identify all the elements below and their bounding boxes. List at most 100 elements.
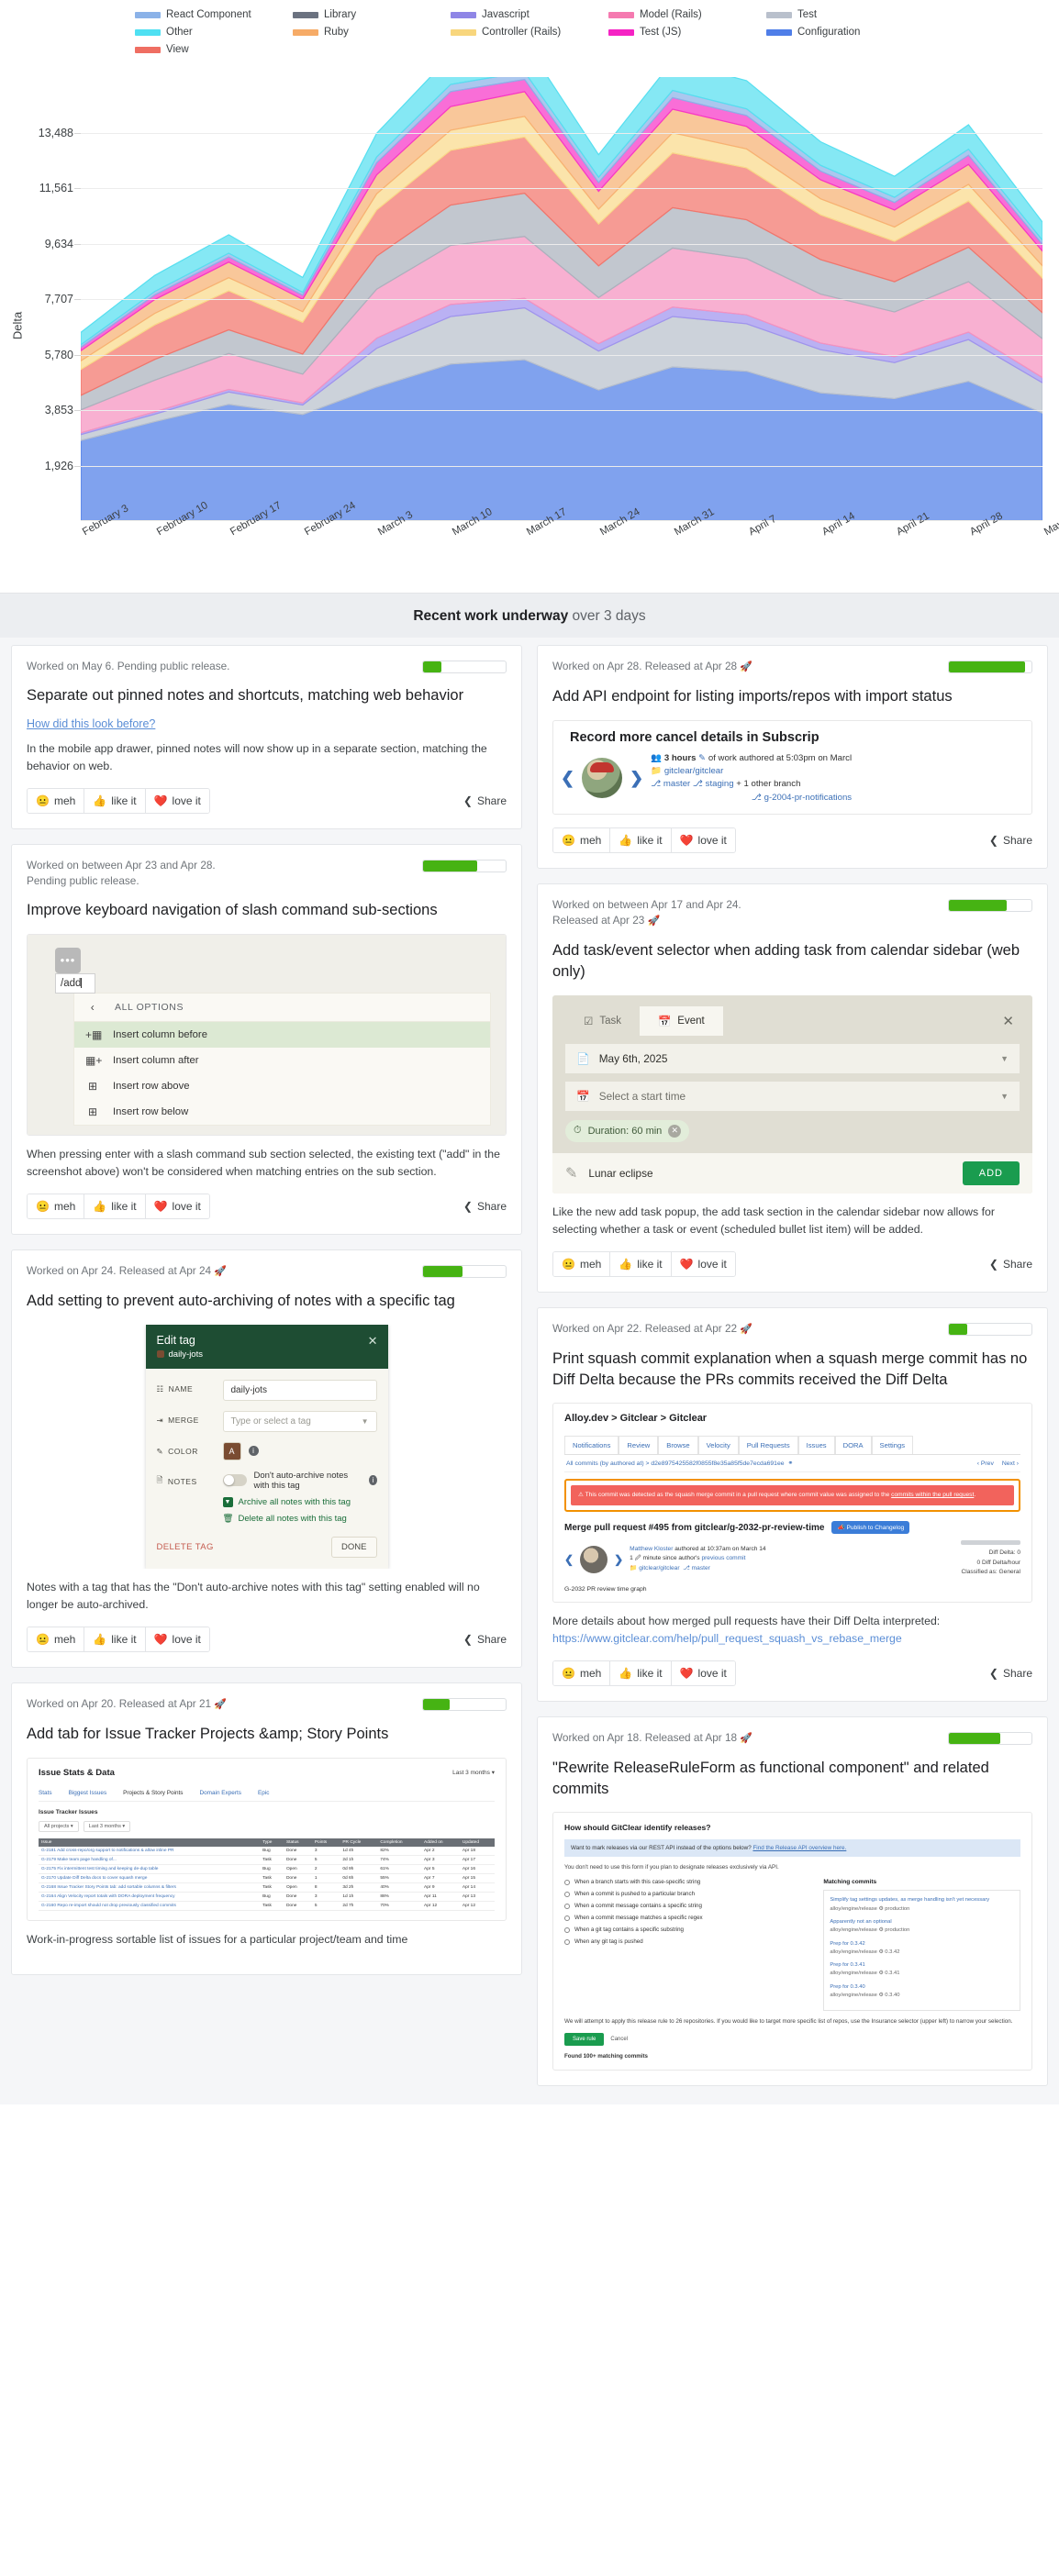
commit-repo[interactable]: gitclear/gitclear [639, 1565, 679, 1571]
menu-item-insert-row-below[interactable]: ⊞Insert row below [74, 1099, 490, 1125]
share-button[interactable]: ❮Share [463, 794, 507, 807]
radio-icon[interactable] [564, 1927, 570, 1933]
radio-icon[interactable] [564, 1892, 570, 1897]
love-button[interactable]: ❤️love it [672, 1252, 735, 1276]
love-button[interactable]: ❤️love it [146, 1627, 209, 1651]
menu-item-insert-column-before[interactable]: +▦Insert column before [74, 1022, 490, 1048]
release-rule-option[interactable]: When any git tag is pushed [564, 1938, 810, 1945]
legend-item[interactable]: Ruby [293, 27, 451, 38]
meh-button[interactable]: 😐meh [553, 828, 610, 852]
love-button[interactable]: ❤️love it [672, 828, 735, 852]
issue-table-column[interactable]: Status [284, 1838, 312, 1847]
issue-tab-biggest-issues[interactable]: Biggest Issues [69, 1790, 107, 1796]
subnav-text[interactable]: All commits (by authored at) > d2e897542… [566, 1460, 785, 1467]
add-button[interactable]: ADD [963, 1161, 1020, 1185]
legend-item[interactable]: View [135, 44, 293, 55]
prev-commit-icon[interactable]: ❮ [564, 1553, 574, 1566]
radio-icon[interactable] [564, 1915, 570, 1921]
menu-item-insert-column-after[interactable]: ▦+Insert column after [74, 1048, 490, 1073]
share-button[interactable]: ❮Share [989, 834, 1032, 847]
like-button[interactable]: 👍like it [84, 1627, 145, 1651]
start-time-field[interactable]: 📅Select a start time▼ [565, 1082, 1020, 1111]
meh-button[interactable]: 😐meh [553, 1252, 610, 1276]
task-entry-value[interactable]: Lunar eclipse [588, 1167, 652, 1180]
matching-commit-item[interactable]: Simplify tag settings updates, as merge … [830, 1896, 1014, 1914]
info-icon[interactable]: i [249, 1446, 259, 1456]
prev-commit-icon[interactable]: ❮ [561, 769, 574, 788]
share-button[interactable]: ❮Share [989, 1667, 1032, 1680]
merge-input[interactable]: Type or select a tag▼ [223, 1411, 377, 1432]
table-row[interactable]: G-2170 Update Diff Delta docs to cover s… [39, 1873, 495, 1882]
issue-tab-epic[interactable]: Epic [258, 1790, 269, 1796]
table-row[interactable]: G-2164 Align Velocity report totals with… [39, 1892, 495, 1901]
like-button[interactable]: 👍like it [84, 1194, 145, 1218]
close-icon[interactable]: ✕ [1002, 1013, 1020, 1029]
issue-filter[interactable]: All projects ▾ [39, 1821, 79, 1832]
table-row[interactable]: G-2175 Fix intermittent test timing and … [39, 1864, 495, 1873]
auto-archive-toggle[interactable] [223, 1474, 247, 1486]
issue-table-column[interactable]: Updated [460, 1838, 495, 1847]
issue-table-column[interactable]: Completion [377, 1838, 421, 1847]
next-button[interactable]: Next › [1002, 1460, 1019, 1467]
release-api-link[interactable]: Find the Release API overview here. [752, 1845, 846, 1851]
gitclear-tab-pull-requests[interactable]: Pull Requests [739, 1436, 798, 1454]
tab-task[interactable]: ☑Task [565, 1006, 640, 1036]
matching-commit-item[interactable]: Apparently not an optionalalloy/engine/r… [830, 1918, 1014, 1936]
release-rule-option[interactable]: When a commit message contains a specifi… [564, 1903, 810, 1909]
date-field[interactable]: 📄May 6th, 2025▼ [565, 1044, 1020, 1073]
like-button[interactable]: 👍like it [610, 1252, 671, 1276]
issue-tab-stats[interactable]: Stats [39, 1790, 52, 1796]
table-row[interactable]: G-2181 Add cross-repo/org support to not… [39, 1847, 495, 1856]
issue-table-column[interactable]: Issue [39, 1838, 260, 1847]
commit-branch[interactable]: master [692, 1565, 710, 1571]
legend-item[interactable]: React Component [135, 9, 293, 20]
release-rule-option[interactable]: When a branch starts with this case-spec… [564, 1879, 810, 1885]
issue-table-column[interactable]: Points [312, 1838, 340, 1847]
issue-table-column[interactable]: Type [260, 1838, 284, 1847]
menu-item-insert-row-above[interactable]: ⊞Insert row above [74, 1073, 490, 1099]
cancel-button[interactable]: Cancel [610, 2037, 628, 2042]
meh-button[interactable]: 😐meh [553, 1661, 610, 1685]
delete-tag-button[interactable]: DELETE TAG [157, 1542, 214, 1552]
table-row[interactable]: G-2179 Make team page handling of...Task… [39, 1855, 495, 1864]
archive-all-notes-action[interactable]: ▼Archive all notes with this tag [223, 1497, 377, 1507]
matching-commit-item[interactable]: Prep for 0.3.42alloy/engine/release ⚙ 0.… [830, 1940, 1014, 1958]
matching-commit-item[interactable]: Prep for 0.3.41alloy/engine/release ⚙ 0.… [830, 1961, 1014, 1979]
next-commit-icon[interactable]: ❯ [630, 769, 643, 788]
gitclear-tab-settings[interactable]: Settings [872, 1436, 913, 1454]
legend-item[interactable]: Other [135, 27, 293, 38]
done-button[interactable]: DONE [331, 1537, 376, 1558]
love-button[interactable]: ❤️love it [672, 1661, 735, 1685]
meh-button[interactable]: 😐meh [28, 789, 84, 813]
close-icon[interactable]: ✕ [368, 1334, 378, 1349]
commit-author[interactable]: Matthew Kloster [630, 1546, 673, 1552]
gitclear-tab-browse[interactable]: Browse [658, 1436, 697, 1454]
prev-button[interactable]: ‹ Prev [977, 1460, 994, 1467]
matching-commit-item[interactable]: Prep for 0.3.40alloy/engine/release ⚙ 0.… [830, 1983, 1014, 2001]
release-rule-option[interactable]: When a commit is pushed to a particular … [564, 1891, 810, 1897]
duration-chip[interactable]: ⏱Duration: 60 min✕ [565, 1120, 689, 1142]
share-button[interactable]: ❮Share [463, 1633, 507, 1646]
gitclear-tab-notifications[interactable]: Notifications [564, 1436, 619, 1454]
table-row[interactable]: G-2160 Repo re-import should not drop pr… [39, 1901, 495, 1910]
love-button[interactable]: ❤️love it [146, 789, 209, 813]
tab-event[interactable]: 📅Event [640, 1006, 723, 1036]
delete-all-notes-action[interactable]: 🗑Delete all notes with this tag [223, 1514, 377, 1524]
legend-item[interactable]: Controller (Rails) [451, 27, 608, 38]
color-swatch[interactable]: A [223, 1442, 241, 1460]
release-rule-option[interactable]: When a commit message matches a specific… [564, 1915, 810, 1921]
issue-tab-projects-story-points[interactable]: Projects & Story Points [123, 1790, 183, 1796]
like-button[interactable]: 👍like it [610, 1661, 671, 1685]
love-button[interactable]: ❤️love it [146, 1194, 209, 1218]
issue-table-column[interactable]: Added on [421, 1838, 460, 1847]
legend-item[interactable]: Model (Rails) [608, 9, 766, 20]
legend-item[interactable]: Test (JS) [608, 27, 766, 38]
gitclear-tab-issues[interactable]: Issues [798, 1436, 835, 1454]
how-did-this-look-before-link[interactable]: How did this look before? [27, 717, 507, 730]
radio-icon[interactable] [564, 1939, 570, 1945]
issue-filter[interactable]: Last 3 months ▾ [84, 1821, 131, 1832]
radio-icon[interactable] [564, 1904, 570, 1909]
gitclear-tab-review[interactable]: Review [619, 1436, 658, 1454]
gitclear-tab-velocity[interactable]: Velocity [698, 1436, 739, 1454]
previous-commit-link[interactable]: previous commit [701, 1555, 745, 1561]
